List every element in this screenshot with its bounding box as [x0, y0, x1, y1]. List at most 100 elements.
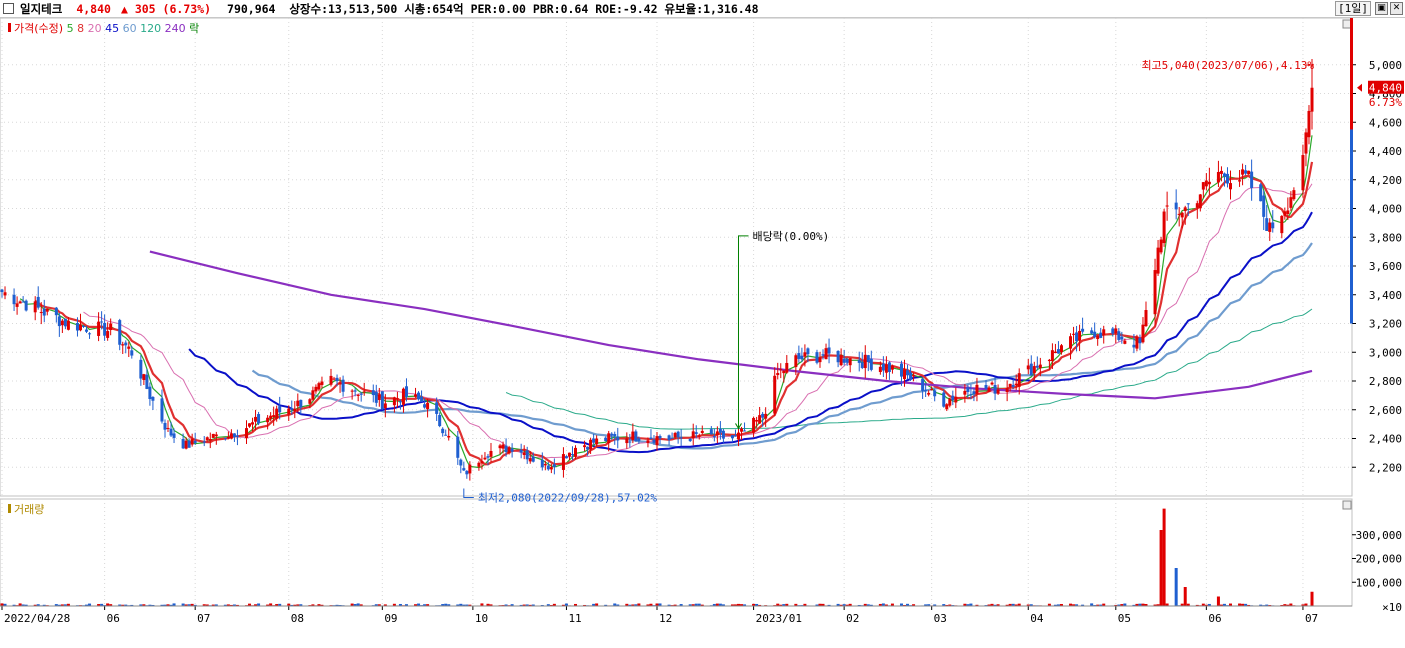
candle-body	[426, 402, 430, 409]
candle-body	[441, 428, 445, 434]
up-arrow-icon: ▲	[120, 1, 128, 16]
time-axis-label: 05	[1118, 612, 1131, 625]
candle-body	[1090, 330, 1094, 334]
candle-body	[275, 408, 279, 419]
candle-body	[317, 383, 321, 390]
volume-bar	[1162, 508, 1166, 606]
candle-body	[773, 375, 777, 414]
candle-body	[628, 441, 632, 443]
candle-body	[290, 408, 294, 410]
restore-icon[interactable]: ▣	[1375, 2, 1388, 15]
candle-body	[721, 430, 725, 439]
candle-body	[797, 353, 801, 359]
candle-body	[1216, 171, 1220, 183]
pbr-value: PBR:0.64	[532, 1, 589, 16]
candle-body	[444, 434, 448, 436]
legend-ma-60: 60	[119, 22, 137, 35]
candle-body	[148, 386, 152, 400]
candle-body	[1014, 383, 1018, 386]
candle-body	[869, 358, 873, 370]
candle-body	[435, 402, 439, 414]
candle-body	[423, 404, 427, 408]
legend-ma-120: 120	[137, 22, 162, 35]
candle-body	[54, 307, 58, 316]
close-icon[interactable]: ✕	[1390, 2, 1403, 15]
candle-body	[205, 437, 209, 441]
candle-body	[658, 436, 662, 439]
candle-body	[1286, 210, 1290, 215]
candle-body	[1138, 337, 1142, 344]
candle-body	[1035, 365, 1039, 368]
candle-body	[211, 433, 215, 438]
candle-body	[1268, 222, 1272, 232]
candle-body	[350, 390, 354, 392]
price-axis-label: 3,400	[1369, 289, 1402, 302]
candle-body	[625, 438, 629, 444]
candle-body	[1162, 211, 1166, 244]
candle-body	[465, 470, 469, 475]
candle-body	[269, 415, 273, 419]
candle-body	[311, 390, 315, 400]
time-axis-label: 2023/01	[756, 612, 802, 625]
candle-body	[776, 373, 780, 376]
candle-body	[1011, 384, 1015, 387]
candle-body	[1050, 350, 1054, 362]
candle-body	[353, 390, 357, 392]
candle-body	[308, 399, 312, 404]
price-legend: 가격(수정) 5 8 20 45 60 120 240 락	[14, 22, 199, 35]
candle-body	[329, 375, 333, 385]
candle-body	[438, 415, 442, 427]
price-axis-label: 5,000	[1369, 59, 1402, 72]
candle-body	[293, 408, 297, 412]
candle-body	[12, 294, 16, 305]
candle-body	[1304, 132, 1308, 154]
price-axis-label: 4,200	[1369, 174, 1402, 187]
candle-body	[1032, 366, 1036, 374]
candle-body	[604, 437, 608, 442]
candle-body	[806, 348, 810, 355]
volume-bar	[1183, 587, 1187, 606]
stock-header: 일지테크 4,840 ▲ 305 (6.73%) 790,964 상장수:13,…	[0, 0, 1405, 18]
candle-body	[151, 396, 155, 401]
candle-body	[1096, 335, 1100, 340]
candle-body	[743, 430, 747, 432]
candle-body	[121, 344, 125, 346]
stock-name[interactable]: 일지테크	[20, 1, 62, 17]
chart-grid	[0, 18, 1353, 607]
roe-value: ROE:-9.42	[595, 1, 658, 16]
volume-pane-maximize-icon[interactable]	[1342, 500, 1352, 510]
candle-body	[60, 320, 64, 326]
pane-maximize-icon[interactable]	[1342, 19, 1352, 29]
candle-body	[130, 350, 134, 356]
candle-body	[966, 387, 970, 392]
candle-body	[287, 408, 291, 415]
select-checkbox[interactable]	[3, 3, 14, 14]
candle-body	[954, 396, 958, 403]
candle-body	[504, 445, 508, 453]
volume-axis-label: 100,000	[1356, 576, 1402, 589]
candle-body	[595, 438, 599, 445]
volume-axis-unit: ×10	[1382, 601, 1402, 614]
period-selector[interactable]: [1일]	[1335, 1, 1371, 16]
candle-body	[456, 436, 460, 458]
candle-body	[1225, 173, 1229, 184]
candle-body	[341, 379, 345, 392]
candle-body	[414, 394, 418, 397]
candle-body	[1069, 336, 1073, 349]
candle-body	[395, 398, 399, 400]
candle-body	[272, 415, 276, 418]
time-axis-label: 03	[934, 612, 947, 625]
candle-body	[567, 452, 571, 457]
volume-bar	[1159, 530, 1163, 606]
candle-body	[0, 289, 4, 293]
candle-body	[1292, 190, 1296, 200]
price-axis-label: 2,600	[1369, 404, 1402, 417]
candle-body	[356, 394, 360, 396]
candle-body	[1059, 345, 1063, 353]
candle-body	[106, 331, 110, 338]
candle-body	[1195, 203, 1199, 208]
candle-body	[489, 451, 493, 457]
candle-body	[1247, 170, 1251, 175]
candle-body	[163, 422, 167, 430]
candle-body	[320, 381, 324, 385]
